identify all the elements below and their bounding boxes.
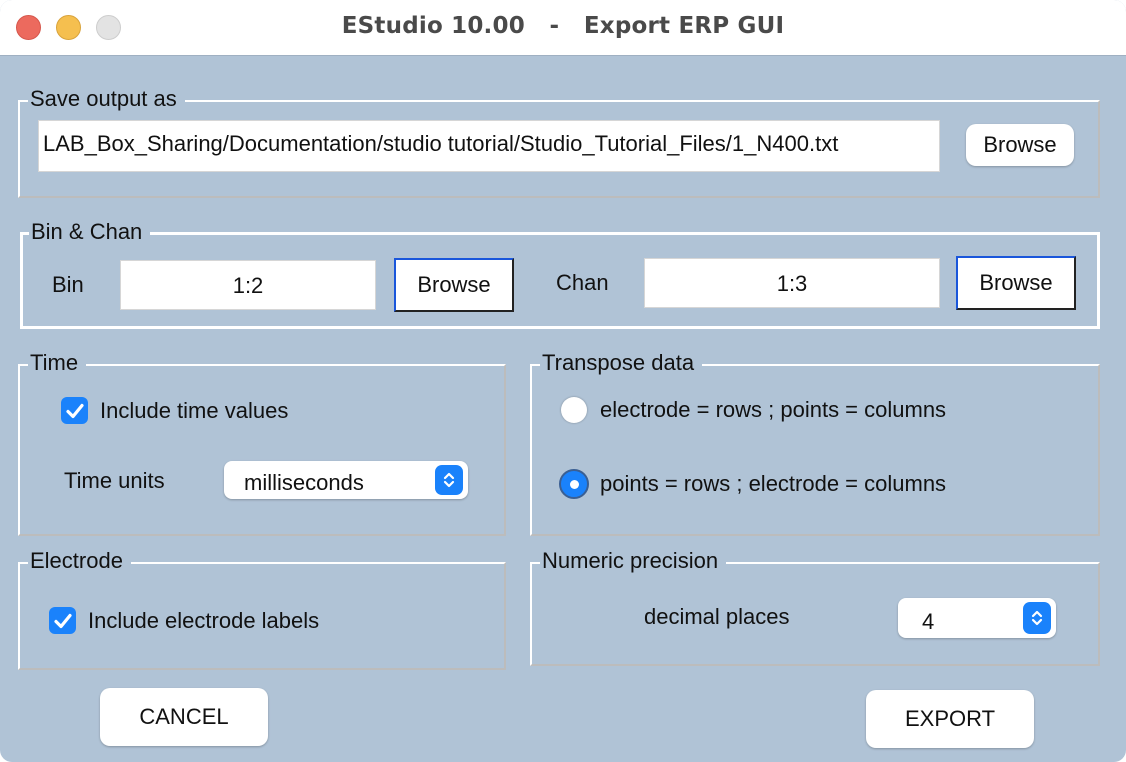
include-time-checkbox[interactable] bbox=[61, 397, 88, 424]
export-button[interactable]: EXPORT bbox=[866, 690, 1034, 748]
time-title: Time bbox=[28, 350, 87, 376]
decimal-places-select[interactable]: 4 bbox=[898, 598, 1056, 638]
time-units-value: milliseconds bbox=[244, 470, 364, 495]
chan-field[interactable]: 1:3 bbox=[644, 258, 940, 308]
transpose-option-points-rows-label[interactable]: points = rows ; electrode = columns bbox=[600, 471, 946, 497]
include-electrode-labels-label[interactable]: Include electrode labels bbox=[88, 608, 319, 634]
precision-title: Numeric precision bbox=[540, 548, 727, 574]
include-time-label[interactable]: Include time values bbox=[100, 398, 288, 424]
bin-label: Bin bbox=[52, 272, 84, 297]
decimal-places-label: decimal places bbox=[644, 604, 790, 629]
checkmark-icon bbox=[53, 613, 72, 628]
bin-chan-title: Bin & Chan bbox=[29, 219, 151, 245]
transpose-option-electrode-rows-label[interactable]: electrode = rows ; points = columns bbox=[600, 397, 946, 423]
include-electrode-labels-checkbox[interactable] bbox=[49, 607, 76, 634]
window-title: EStudio 10.00 - Export ERP GUI bbox=[341, 13, 785, 39]
transpose-title: Transpose data bbox=[540, 350, 703, 376]
transpose-panel: Transpose data bbox=[530, 350, 1100, 536]
time-panel: Time bbox=[18, 350, 506, 536]
decimal-places-value: 4 bbox=[922, 609, 935, 634]
title-bar: EStudio 10.00 - Export ERP GUI bbox=[0, 0, 1126, 56]
updown-chevron-icon bbox=[1023, 602, 1051, 634]
transpose-option-points-rows-radio[interactable] bbox=[559, 469, 589, 499]
output-path-field[interactable]: LAB_Box_Sharing/Documentation/studio tut… bbox=[38, 120, 940, 172]
time-units-select[interactable]: milliseconds bbox=[224, 461, 468, 499]
bin-browse-button[interactable]: Browse bbox=[394, 258, 514, 312]
chan-label: Chan bbox=[556, 270, 609, 295]
electrode-title: Electrode bbox=[28, 548, 131, 574]
save-output-title: Save output as bbox=[28, 86, 185, 112]
export-erp-window: EStudio 10.00 - Export ERP GUI Save outp… bbox=[0, 0, 1126, 762]
save-browse-button[interactable]: Browse bbox=[966, 124, 1074, 166]
cancel-button[interactable]: CANCEL bbox=[100, 688, 268, 746]
time-units-label: Time units bbox=[64, 468, 165, 493]
updown-chevron-icon bbox=[435, 465, 463, 495]
chan-browse-button[interactable]: Browse bbox=[956, 256, 1076, 310]
transpose-option-electrode-rows-radio[interactable] bbox=[561, 397, 587, 423]
bin-field[interactable]: 1:2 bbox=[120, 260, 376, 310]
checkmark-icon bbox=[65, 403, 84, 418]
